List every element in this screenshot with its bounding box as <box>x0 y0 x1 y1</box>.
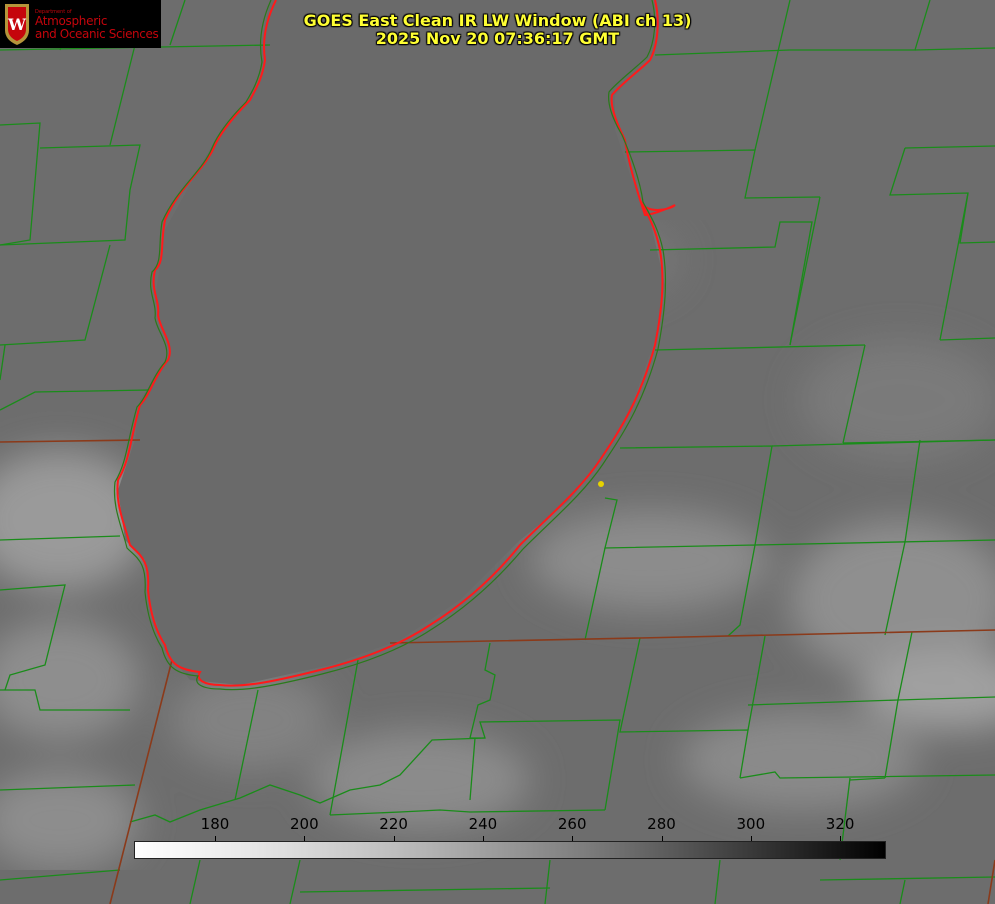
colorbar-tick-mark <box>840 836 842 841</box>
colorbar-tick-label: 260 <box>557 815 587 833</box>
temperature-colorbar <box>134 841 886 859</box>
colorbar-tick-mark <box>393 836 395 841</box>
colorbar-tick-mark <box>661 836 663 841</box>
image-title: GOES East Clean IR LW Window (ABI ch 13) <box>303 11 692 30</box>
colorbar-tick-label: 280 <box>647 815 676 833</box>
colorbar-tick-label: 180 <box>200 815 230 833</box>
colorbar-tick-mark <box>750 836 752 841</box>
colorbar-tick-mark <box>482 836 484 841</box>
colorbar-tick-label: 240 <box>468 815 498 833</box>
colorbar-tick-label: 200 <box>289 815 319 833</box>
colorbar-tick-mark <box>215 836 216 841</box>
colorbar-tick-label: 320 <box>825 815 855 833</box>
image-timestamp: 2025 Nov 20 07:36:17 GMT <box>375 29 620 48</box>
satellite-ir-image <box>0 0 995 904</box>
colorbar-tick-mark <box>304 836 306 841</box>
colorbar-tick-label: 300 <box>736 815 766 833</box>
colorbar-tick-label: 220 <box>379 815 408 833</box>
site-marker <box>598 481 604 487</box>
colorbar-tick-mark <box>572 836 574 841</box>
